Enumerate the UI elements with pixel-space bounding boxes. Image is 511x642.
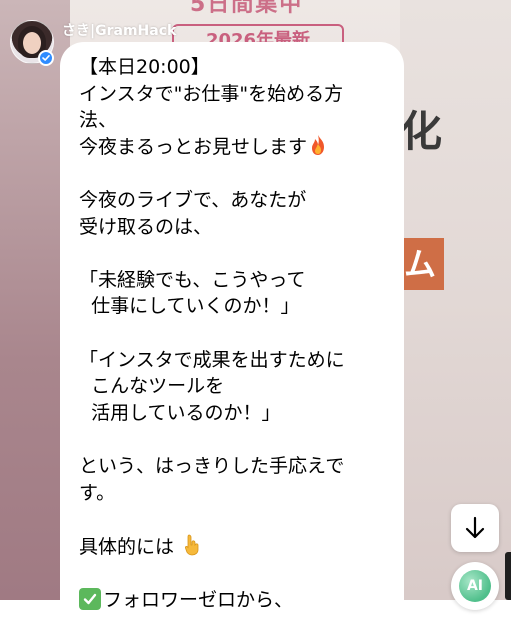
verified-check-icon [42,55,50,61]
message-line [79,560,386,587]
message-line-check: フォロワーゼロから、 [79,587,386,614]
username[interactable]: さき|GramHack [62,20,176,40]
message-bubble: 【本日20:00】 インスタで"お仕事"を始める方 法、 今夜まるっとお見せしま… [60,42,404,642]
message-line: す。 [79,481,116,504]
message-line-text: 今夜まるっとお見せします [79,135,308,158]
avatar-face [23,32,41,54]
message-line [79,426,386,453]
message-line: 「インスタで成果を出すために [79,348,345,371]
check-mark-emoji-icon [79,587,101,610]
message-line [79,160,386,187]
message-line-text: 具体的には [79,535,175,558]
message-line: 受け取るのは、 [79,215,213,238]
verified-badge-icon [38,50,54,66]
ai-button-label: AI [459,570,491,602]
message-line: 仕事にしていくのか！」 [79,295,300,318]
message-line: 【本日20:00】 [79,56,210,78]
message-line-fire: 今夜まるっとお見せします [79,134,386,161]
side-handle [505,552,511,600]
message-line: 活用しているのか！」 [79,401,281,424]
background-title-char: 化 [400,107,443,156]
message-line: 今夜のライブで、あなたが [79,188,307,211]
message-line-point: 具体的には [79,533,386,561]
message-line [79,240,386,267]
message-line: 「未経験でも、こうやって [79,268,306,291]
scroll-to-bottom-button[interactable] [451,504,499,552]
fire-emoji-icon [312,134,325,155]
message-line [79,506,386,533]
background-banner-top: 5日間集中 [190,0,304,17]
message-line: インスタで"お仕事"を始める方 [79,82,344,105]
message-line: 法、 [79,109,118,132]
ai-assistant-button[interactable]: AI [451,562,499,610]
arrow-down-icon [465,516,485,539]
point-down-emoji-icon [185,534,199,556]
message-line: という、はっきりした手応えで [79,454,345,477]
message-line: こんなツールを [79,375,225,398]
message-line [79,320,386,347]
